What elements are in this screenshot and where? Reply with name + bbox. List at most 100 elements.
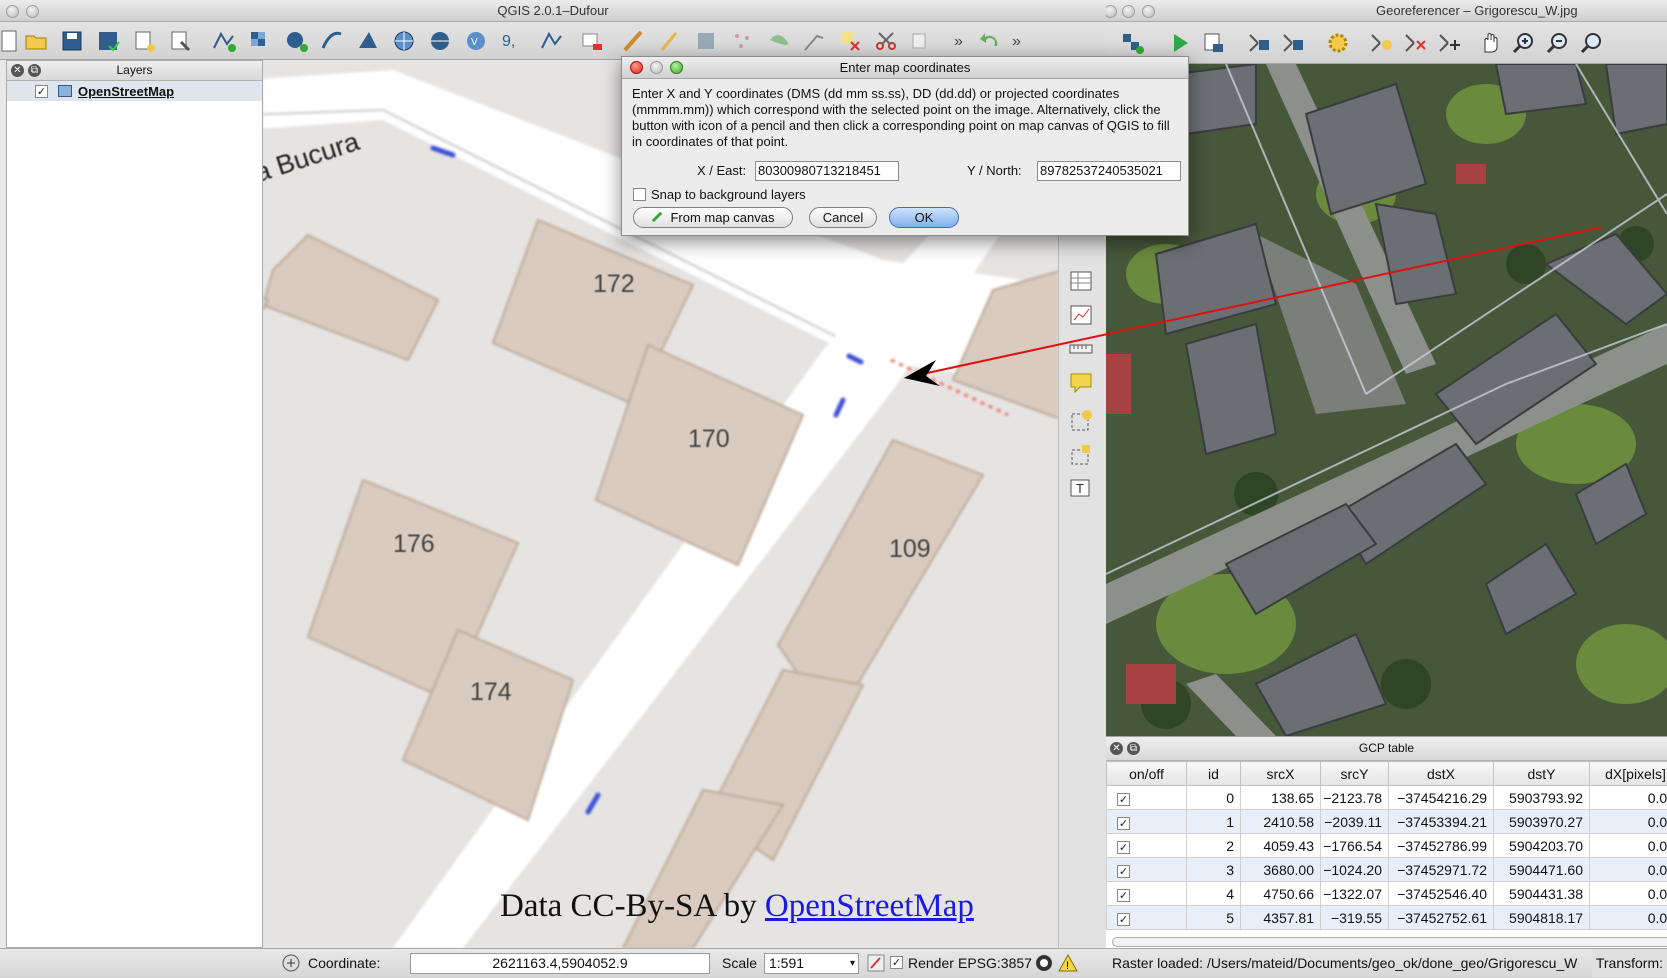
add-mssql-layer-icon[interactable] (354, 27, 382, 55)
column-header[interactable]: id (1186, 761, 1241, 786)
render-checkbox[interactable]: ✓ (890, 956, 903, 969)
add-feature-icon[interactable] (728, 27, 756, 55)
gcp-enabled-checkbox[interactable]: ✓ (1117, 792, 1130, 806)
save-as-icon[interactable] (94, 27, 122, 55)
gcp-enabled-checkbox-cell[interactable]: ✓ (1106, 857, 1187, 882)
undo-icon[interactable] (976, 27, 1004, 55)
float-panel-icon[interactable]: ⧉ (28, 64, 41, 77)
add-point-icon[interactable] (1368, 29, 1396, 57)
toolbar-overflow-2-icon[interactable]: » (1006, 27, 1034, 55)
x-east-input[interactable]: 8030098071321845​1 (755, 161, 899, 181)
toggle-editing-icon[interactable] (620, 27, 648, 55)
column-header[interactable]: dstX (1388, 761, 1494, 786)
remove-layer-icon[interactable] (578, 27, 606, 55)
dialog-zoom-button[interactable] (670, 61, 683, 74)
load-gcp-points-icon[interactable] (1246, 29, 1274, 57)
transformation-settings-icon[interactable] (1324, 29, 1352, 57)
minimize-window-button[interactable] (1122, 5, 1135, 18)
table-row[interactable]: ✓ 3 3680.00 −1024.20 −37452971.72 5904471.60 0… (1106, 857, 1667, 882)
layer-item-openstreetmap[interactable]: ✓ OpenStreetMap (7, 81, 262, 101)
show-bookmarks-icon[interactable] (1068, 442, 1096, 470)
gcp-enabled-checkbox[interactable]: ✓ (1117, 840, 1130, 854)
gcp-enabled-checkbox[interactable]: ✓ (1117, 816, 1130, 830)
zoom-to-layer-icon[interactable] (1578, 29, 1606, 57)
gcp-enabled-checkbox[interactable]: ✓ (1117, 912, 1130, 926)
column-header[interactable]: on/off (1106, 761, 1187, 786)
minimize-window-button[interactable] (26, 5, 39, 18)
float-panel-icon[interactable]: ⧉ (1127, 742, 1140, 755)
new-bookmark-icon[interactable] (1068, 408, 1096, 436)
gcp-enabled-checkbox[interactable]: ✓ (1117, 888, 1130, 902)
add-wfs-layer-icon[interactable]: V (462, 27, 490, 55)
add-spatialite-layer-icon[interactable] (318, 27, 346, 55)
statistics-icon[interactable] (1068, 302, 1096, 330)
close-panel-icon[interactable]: ✕ (11, 64, 24, 77)
zoom-in-icon[interactable] (1510, 29, 1538, 57)
horizontal-scrollbar[interactable] (1112, 937, 1667, 947)
table-row[interactable]: ✓ 4 4750.66 −1322.07 −37452546.40 5904431.38 0… (1106, 881, 1667, 906)
ok-button[interactable]: OK (889, 207, 959, 228)
pan-hand-icon[interactable] (1476, 29, 1504, 57)
column-header[interactable]: dstY (1493, 761, 1590, 786)
cancel-button[interactable]: Cancel (809, 207, 877, 228)
measure-line-icon[interactable] (1068, 336, 1096, 364)
dialog-close-button[interactable] (630, 61, 643, 74)
gcp-enabled-checkbox-cell[interactable]: ✓ (1106, 881, 1187, 906)
add-wms-layer-icon[interactable] (390, 27, 418, 55)
toolbar-overflow-icon[interactable]: » (948, 27, 976, 55)
dialog-minimize-button[interactable] (650, 61, 663, 74)
gcp-enabled-checkbox-cell[interactable]: ✓ (1106, 809, 1187, 834)
delete-point-icon[interactable] (1402, 29, 1430, 57)
move-feature-icon[interactable] (764, 27, 792, 55)
close-window-button[interactable] (1106, 5, 1117, 18)
projection-globe-icon[interactable] (1034, 953, 1054, 976)
new-project-icon[interactable] (0, 27, 22, 55)
open-project-icon[interactable] (22, 27, 50, 55)
table-row[interactable]: ✓ 0 138.65 −2123.78 −37454216.29 5903793.92 0.… (1106, 785, 1667, 810)
save-gcp-points-icon[interactable] (1280, 29, 1308, 57)
coordinate-toggle-icon[interactable] (281, 953, 301, 976)
start-georeferencing-icon[interactable] (1166, 29, 1194, 57)
snap-checkbox[interactable] (633, 188, 646, 201)
gcp-enabled-checkbox-cell[interactable]: ✓ (1106, 833, 1187, 858)
attribute-table-icon[interactable] (1068, 268, 1096, 296)
new-shapefile-icon[interactable] (538, 27, 566, 55)
from-map-canvas-button[interactable]: From map canvas (633, 207, 793, 228)
delete-selected-icon[interactable] (836, 27, 864, 55)
attribution-link[interactable]: OpenStreetMap (765, 888, 974, 924)
gcp-enabled-checkbox[interactable]: ✓ (1117, 864, 1130, 878)
aerial-raster-canvas[interactable] (1106, 64, 1667, 736)
y-north-input[interactable]: 89782537240535021 (1037, 161, 1181, 181)
scale-combobox[interactable]: 1:591 ▾ (764, 953, 859, 974)
column-header[interactable]: srcY (1320, 761, 1389, 786)
column-header[interactable]: srcX (1240, 761, 1321, 786)
close-window-button[interactable] (6, 5, 19, 18)
table-row[interactable]: ✓ 1 2410.58 −2039.11 −37453394.21 5903970.27 0… (1106, 809, 1667, 834)
zoom-out-icon[interactable] (1544, 29, 1572, 57)
add-postgis-layer-icon[interactable] (282, 27, 310, 55)
move-gcp-point-icon[interactable] (1436, 29, 1464, 57)
layer-visibility-checkbox[interactable]: ✓ (35, 84, 48, 98)
save-edits-icon[interactable] (692, 27, 720, 55)
cut-features-icon[interactable] (872, 27, 900, 55)
crs-label[interactable]: EPSG:3857 (958, 955, 1032, 971)
add-raster-layer-icon[interactable] (246, 27, 274, 55)
warning-icon[interactable]: ! (1058, 953, 1078, 976)
coordinate-field[interactable]: 2621163.4,5904052.9 (410, 953, 710, 974)
stop-render-icon[interactable] (866, 953, 886, 976)
close-panel-icon[interactable]: ✕ (1110, 742, 1123, 755)
text-annotation-icon[interactable]: T (1068, 476, 1096, 504)
zoom-window-button[interactable] (1142, 5, 1155, 18)
gcp-enabled-checkbox-cell[interactable]: ✓ (1106, 905, 1187, 930)
open-raster-icon[interactable] (1118, 29, 1146, 57)
node-tool-icon[interactable] (800, 27, 828, 55)
table-row[interactable]: ✓ 5 4357.81 −319.55 −37452752.61 5904818.17 0.… (1106, 905, 1667, 930)
column-header[interactable]: dX[pixels] (1589, 761, 1667, 786)
generate-gdal-script-icon[interactable] (1200, 29, 1228, 57)
add-wcs-layer-icon[interactable] (426, 27, 454, 55)
gcp-enabled-checkbox-cell[interactable]: ✓ (1106, 785, 1187, 810)
composer-manager-icon[interactable] (166, 27, 194, 55)
save-project-icon[interactable] (58, 27, 86, 55)
new-print-composer-icon[interactable] (130, 27, 158, 55)
add-vector-layer-icon[interactable] (210, 27, 238, 55)
